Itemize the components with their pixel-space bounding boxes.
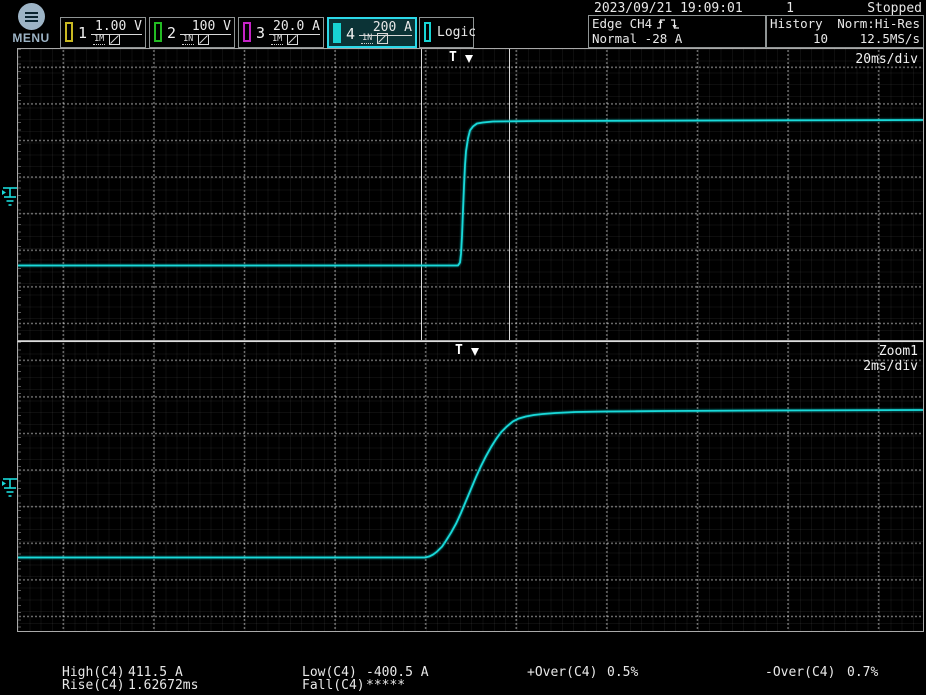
trigger-level: Normal -28 A: [592, 31, 762, 46]
history-count: 10: [770, 31, 828, 46]
channel-3-color-marker: [243, 22, 251, 42]
channel-1-scale: 1.00 V: [91, 19, 142, 35]
menu-icon: [18, 3, 45, 30]
menu-button[interactable]: MENU: [9, 3, 53, 45]
acquisition-mode: Norm:Hi-Res: [828, 16, 920, 31]
probe-icon: [287, 34, 298, 45]
channel-3-scale: 20.0 A: [269, 19, 320, 35]
channel-1-impedance: 1M: [93, 35, 105, 45]
ch4-ground-marker-zoom[interactable]: [1, 476, 18, 500]
trigger-mode-source: Edge CH4: [592, 16, 652, 31]
oscilloscope-screen: MENU 1 1.00 V 1M 2 100 V 1N 3 20.0 A 1M …: [0, 0, 926, 695]
channel-1-box[interactable]: 1 1.00 V 1M: [60, 17, 146, 48]
zoom-waveform: [18, 342, 923, 631]
menu-label: MENU: [9, 31, 53, 45]
measure-fall-label: Fall(C4): [302, 679, 366, 693]
logic-label: Logic: [437, 25, 476, 40]
measurement-readouts: High(C4) 411.5 A Rise(C4) 1.62672ms Low(…: [0, 666, 926, 694]
main-waveform: [18, 49, 923, 340]
trigger-info-box[interactable]: Edge CH4 Normal -28 A: [588, 15, 766, 48]
acquisition-count: 1: [786, 1, 794, 16]
channel-4-impedance: 1N: [361, 34, 373, 44]
rising-edge-icon: [656, 17, 666, 30]
ch4-trace-main: [18, 120, 923, 266]
channel-1-number: 1: [78, 24, 87, 42]
measure-nover-value: 0.7%: [847, 666, 878, 680]
datetime-label: 2023/09/21 19:09:01: [594, 1, 743, 16]
probe-icon: [198, 34, 209, 45]
probe-icon: [377, 33, 388, 44]
channel-3-number: 3: [256, 24, 265, 42]
channel-3-box[interactable]: 3 20.0 A 1M: [238, 17, 324, 48]
sample-rate: 12.5MS/s: [828, 31, 920, 46]
channel-4-box[interactable]: 4 200 A 1N: [327, 17, 417, 48]
ch4-ground-marker-main[interactable]: [1, 185, 18, 209]
measure-rise-label: Rise(C4): [62, 679, 128, 693]
channel-2-impedance: 1N: [182, 35, 194, 45]
run-status: Stopped: [867, 1, 922, 16]
measure-rise-value: 1.62672ms: [128, 679, 198, 693]
channel-2-color-marker: [154, 22, 162, 42]
main-timebase-label: 20ms/div: [855, 52, 918, 67]
measure-pover-value: 0.5%: [607, 666, 638, 680]
logic-channel-box[interactable]: Logic: [419, 17, 474, 48]
channel-2-box[interactable]: 2 100 V 1N: [149, 17, 235, 48]
channel-1-color-marker: [65, 22, 73, 42]
zoom-waveform-area: T Zoom1 2ms/div: [17, 341, 924, 632]
history-info-box[interactable]: History Norm:Hi-Res 10 12.5MS/s: [766, 15, 924, 48]
probe-icon: [109, 34, 120, 45]
channel-4-number: 4: [346, 25, 355, 43]
main-waveform-area: T 20ms/div: [17, 48, 924, 341]
ch4-trace-zoom: [18, 410, 923, 557]
measure-fall-value: *****: [366, 679, 405, 693]
channel-2-scale: 100 V: [180, 19, 231, 35]
falling-edge-icon: [670, 17, 680, 30]
channel-4-color-marker: [333, 23, 341, 43]
measure-pover-label: +Over(C4): [527, 666, 607, 680]
trigger-position-marker-zoom[interactable]: T: [455, 344, 479, 360]
channel-3-impedance: 1M: [271, 35, 283, 45]
channel-2-number: 2: [167, 24, 176, 42]
zoom-timebase-label: 2ms/div: [863, 359, 918, 374]
history-label: History: [770, 16, 828, 31]
measure-nover-label: -Over(C4): [765, 666, 847, 680]
trigger-position-marker-main[interactable]: T: [449, 51, 473, 67]
logic-color-marker: [424, 22, 431, 42]
zoom-title-label: Zoom1: [879, 344, 918, 359]
